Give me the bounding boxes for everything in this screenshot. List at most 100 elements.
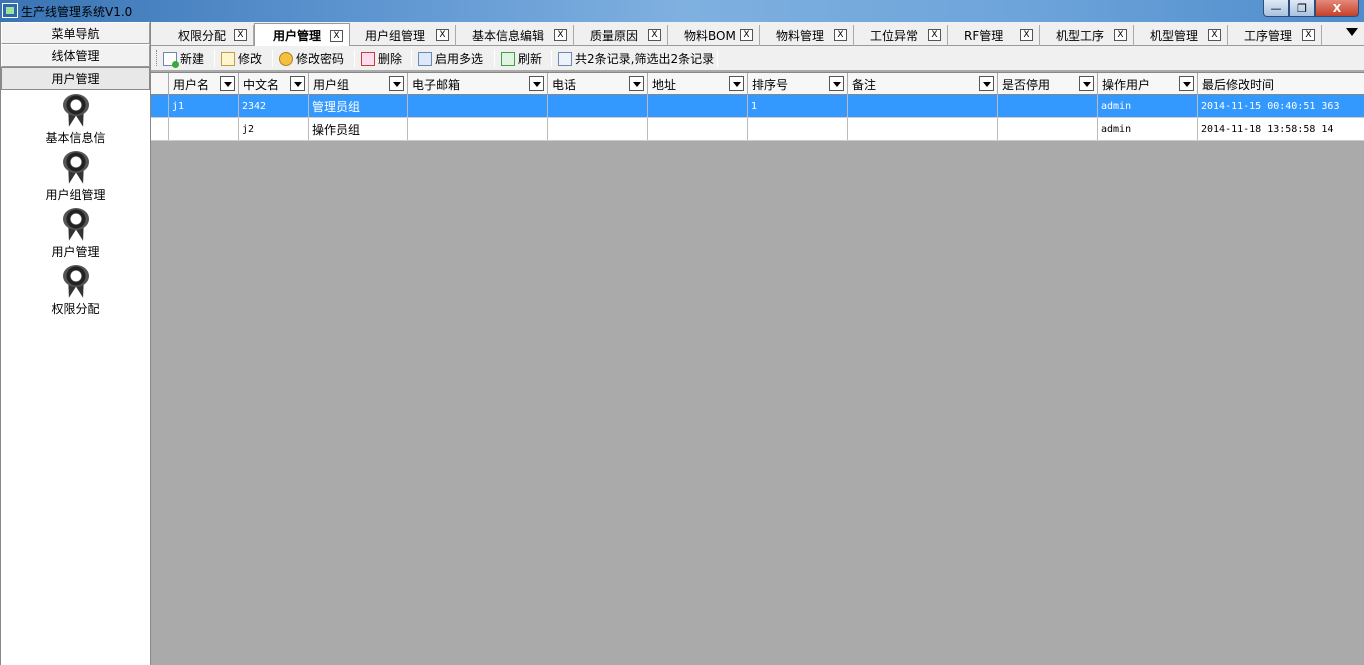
cell-address[interactable] — [648, 118, 748, 140]
column-header[interactable]: 地址 — [648, 73, 748, 95]
filter-dropdown-icon[interactable] — [629, 76, 644, 91]
cell-phone[interactable] — [548, 95, 648, 117]
tab-model-process[interactable]: 机型工序 X — [1040, 25, 1134, 46]
cell-chinese-name[interactable]: 2342 — [239, 95, 309, 117]
column-header[interactable]: 用户组 — [309, 73, 408, 95]
tab-close-icon[interactable]: X — [1114, 29, 1127, 41]
toolbar-separator — [411, 50, 412, 67]
cell-remark[interactable] — [848, 118, 998, 140]
cell-phone[interactable] — [548, 118, 648, 140]
row-selector[interactable] — [151, 95, 169, 117]
tab-process-management[interactable]: 工序管理 X — [1228, 25, 1322, 46]
cell-operator[interactable]: admin — [1098, 118, 1198, 140]
tab-material-bom[interactable]: 物料BOM X — [668, 25, 760, 46]
close-button[interactable]: X — [1315, 0, 1359, 17]
title-bar: 生产线管理系统V1.0 — ❐ X — [0, 0, 1364, 22]
column-header[interactable]: 电话 — [548, 73, 648, 95]
column-header[interactable]: 是否停用 — [998, 73, 1098, 95]
cell-email[interactable] — [408, 95, 548, 117]
maximize-button[interactable]: ❐ — [1289, 0, 1315, 17]
nav-item-label: 用户管理 — [51, 245, 100, 259]
nav-section-menu[interactable]: 菜单导航 — [1, 22, 150, 44]
toolbar-grip[interactable] — [156, 50, 158, 66]
tab-close-icon[interactable]: X — [330, 30, 343, 42]
delete-button[interactable]: 删除 — [361, 49, 402, 68]
nav-section-users[interactable]: 用户管理 — [1, 67, 150, 90]
cell-address[interactable] — [648, 95, 748, 117]
column-header[interactable]: 用户名 — [169, 73, 239, 95]
tab-rf-management[interactable]: RF管理 X — [948, 25, 1040, 46]
table-row[interactable]: j2 操作员组 admin 2014-11-18 13:58:58 14 — [151, 118, 1364, 141]
filter-dropdown-icon[interactable] — [1179, 76, 1194, 91]
toolbar-separator — [214, 50, 215, 67]
nav-item-user-management[interactable]: 用户管理 — [1, 206, 150, 263]
nav-item-basic-info[interactable]: 基本信息信 — [1, 92, 150, 149]
window-controls: — ❐ X — [1263, 0, 1359, 18]
tab-basic-info[interactable]: 基本信息编辑 X — [456, 25, 574, 46]
cell-sort[interactable] — [748, 118, 848, 140]
nav-section-line[interactable]: 线体管理 — [1, 44, 150, 67]
column-header[interactable]: 排序号 — [748, 73, 848, 95]
cell-sort[interactable]: 1 — [748, 95, 848, 117]
cell-chinese-name[interactable]: j2 — [239, 118, 309, 140]
tab-user-group[interactable]: 用户组管理 X — [350, 25, 456, 46]
nav-item-permissions[interactable]: 权限分配 — [1, 263, 150, 320]
tab-close-icon[interactable]: X — [234, 29, 247, 41]
tab-user-management[interactable]: 用户管理 X — [254, 23, 350, 46]
tab-permissions[interactable]: 权限分配 X — [156, 25, 254, 46]
cell-username[interactable] — [169, 118, 239, 140]
cell-disabled[interactable] — [998, 95, 1098, 117]
cell-group[interactable]: 操作员组 — [309, 118, 408, 140]
tab-close-icon[interactable]: X — [834, 29, 847, 41]
tab-close-icon[interactable]: X — [648, 29, 661, 41]
column-header[interactable]: 操作用户 — [1098, 73, 1198, 95]
refresh-button[interactable]: 刷新 — [501, 49, 542, 68]
tab-close-icon[interactable]: X — [740, 29, 753, 41]
cell-operator[interactable]: admin — [1098, 95, 1198, 117]
tab-close-icon[interactable]: X — [1020, 29, 1033, 41]
multi-select-button[interactable]: 启用多选 — [418, 49, 483, 68]
edit-button[interactable]: 修改 — [221, 49, 262, 68]
cell-username[interactable]: j1 — [169, 95, 239, 117]
table-icon — [558, 51, 572, 66]
row-selector[interactable] — [151, 118, 169, 140]
column-header[interactable]: 中文名 — [239, 73, 309, 95]
filter-dropdown-icon[interactable] — [389, 76, 404, 91]
new-button[interactable]: 新建 — [163, 49, 204, 68]
filter-dropdown-icon[interactable] — [290, 76, 305, 91]
cell-group[interactable]: 管理员组 — [309, 95, 408, 117]
column-header[interactable]: 备注 — [848, 73, 998, 95]
cell-modified[interactable]: 2014-11-18 13:58:58 14 — [1198, 118, 1364, 140]
table-row[interactable]: j1 2342 管理员组 1 admin 2014-11-15 00:40:51… — [151, 95, 1364, 118]
tab-close-icon[interactable]: X — [1302, 29, 1315, 41]
tab-station-exception[interactable]: 工位异常 X — [854, 25, 948, 46]
column-header[interactable]: 电子邮箱 — [408, 73, 548, 95]
filter-dropdown-icon[interactable] — [979, 76, 994, 91]
filter-dropdown-icon[interactable] — [529, 76, 544, 91]
tab-quality-reason[interactable]: 质量原因 X — [574, 25, 668, 46]
cell-disabled[interactable] — [998, 118, 1098, 140]
tab-close-icon[interactable]: X — [554, 29, 567, 41]
edit-icon — [221, 51, 235, 66]
column-header[interactable]: 最后修改时间 — [1198, 73, 1364, 95]
toolbar-separator — [272, 50, 273, 67]
filter-dropdown-icon[interactable] — [729, 76, 744, 91]
tab-list-dropdown-icon[interactable] — [1346, 28, 1358, 36]
filter-dropdown-icon[interactable] — [220, 76, 235, 91]
nav-item-label: 用户组管理 — [45, 188, 106, 202]
filter-dropdown-icon[interactable] — [1079, 76, 1094, 91]
change-password-button[interactable]: 修改密码 — [279, 49, 344, 68]
filter-dropdown-icon[interactable] — [829, 76, 844, 91]
tab-close-icon[interactable]: X — [1208, 29, 1221, 41]
cell-modified[interactable]: 2014-11-15 00:40:51 363 — [1198, 95, 1364, 117]
cell-remark[interactable] — [848, 95, 998, 117]
tab-close-icon[interactable]: X — [436, 29, 449, 41]
cell-email[interactable] — [408, 118, 548, 140]
tab-close-icon[interactable]: X — [928, 29, 941, 41]
minimize-button[interactable]: — — [1263, 0, 1289, 17]
tab-model-management[interactable]: 机型管理 X — [1134, 25, 1228, 46]
tab-material-management[interactable]: 物料管理 X — [760, 25, 854, 46]
refresh-icon — [501, 51, 515, 66]
nav-item-user-group[interactable]: 用户组管理 — [1, 149, 150, 206]
key-icon — [279, 51, 293, 66]
